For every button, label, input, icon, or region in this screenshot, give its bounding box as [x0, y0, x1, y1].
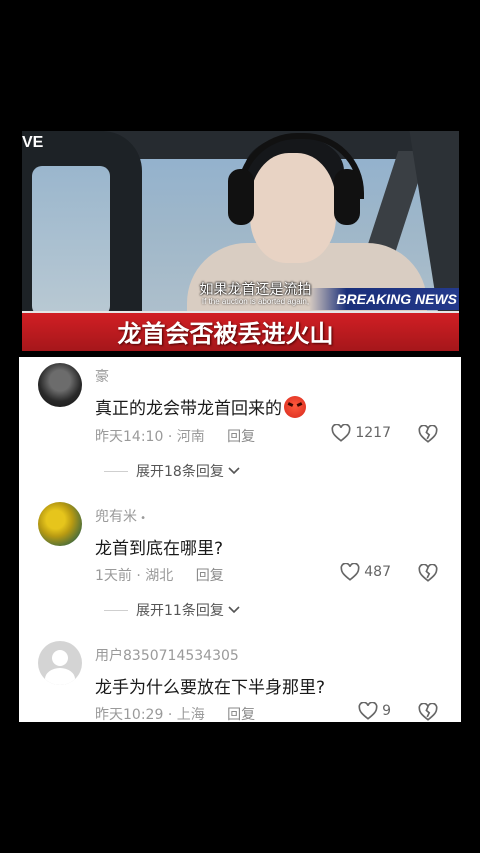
dislike-icon[interactable] [418, 702, 438, 721]
video-player[interactable]: VE 如果龙首还是流拍 If the auction is aborted ag… [22, 131, 459, 351]
default-avatar-body [45, 668, 75, 685]
headset-right [334, 169, 360, 225]
default-avatar-head [52, 650, 68, 666]
meta-separator: · [167, 429, 177, 445]
chevron-down-icon [228, 602, 240, 618]
like-button[interactable]: 487 [340, 563, 391, 581]
live-tag: VE [22, 134, 44, 151]
comment-text: 真正的龙会带龙首回来的 [95, 394, 306, 419]
expand-divider [104, 609, 128, 611]
avatar[interactable] [38, 363, 82, 407]
angry-face-icon [284, 396, 306, 418]
username-dot: • [137, 513, 147, 524]
meta-separator: · [167, 707, 177, 723]
like-count: 1217 [355, 425, 391, 441]
comment-meta: 昨天10:29 · 上海 回复 [95, 704, 255, 724]
headset-left [228, 169, 254, 225]
comment-username-text: 兜有米 [95, 509, 137, 525]
comment-meta: 昨天14:10 · 河南 回复 [95, 426, 255, 446]
comment-username[interactable]: 兜有米 • [95, 506, 146, 526]
expand-replies-button[interactable]: 展开11条回复 [104, 600, 240, 620]
heart-icon [331, 424, 351, 442]
breaking-news-tag: BREAKING NEWS [309, 288, 459, 310]
reply-button[interactable]: 回复 [196, 568, 224, 584]
comment-location: 湖北 [145, 568, 174, 584]
comments-panel: 豪 真正的龙会带龙首回来的 昨天14:10 · 河南 回复 1217 展开18条… [19, 357, 461, 724]
reply-button[interactable]: 回复 [227, 429, 255, 445]
comment-text: 龙手为什么要放在下半身那里? [95, 678, 326, 698]
dislike-icon[interactable] [418, 424, 438, 443]
comment-text: 龙首到底在哪里? [95, 539, 224, 559]
comment-username[interactable]: 豪 [95, 366, 109, 386]
comment-text-content: 真正的龙会带龙首回来的 [95, 399, 282, 419]
meta-separator: · [136, 568, 146, 584]
avatar[interactable] [38, 641, 82, 685]
like-button[interactable]: 1217 [331, 424, 391, 442]
avatar[interactable] [38, 502, 82, 546]
like-button[interactable]: 9 [358, 702, 391, 720]
like-count: 487 [364, 564, 391, 580]
like-count: 9 [382, 703, 391, 719]
dislike-icon[interactable] [418, 563, 438, 582]
comment-meta: 1天前 · 湖北 回复 [95, 565, 224, 585]
reply-button[interactable]: 回复 [227, 707, 255, 723]
comment-username[interactable]: 用户8350714534305 [95, 645, 239, 665]
expand-replies-button[interactable]: 展开18条回复 [104, 461, 240, 481]
expand-divider [104, 470, 128, 472]
comment-time: 昨天10:29 [95, 707, 164, 723]
heart-icon [358, 702, 378, 720]
headline-banner-title: 龙首会否被丢进火山 [117, 320, 334, 348]
comment-location: 上海 [176, 707, 205, 723]
comment-time: 1天前 [95, 568, 132, 584]
heart-icon [340, 563, 360, 581]
comment-location: 河南 [176, 429, 205, 445]
expand-label: 展开11条回复 [136, 603, 224, 619]
chevron-down-icon [228, 463, 240, 479]
comment-time: 昨天14:10 [95, 429, 164, 445]
expand-label: 展开18条回复 [136, 464, 224, 480]
